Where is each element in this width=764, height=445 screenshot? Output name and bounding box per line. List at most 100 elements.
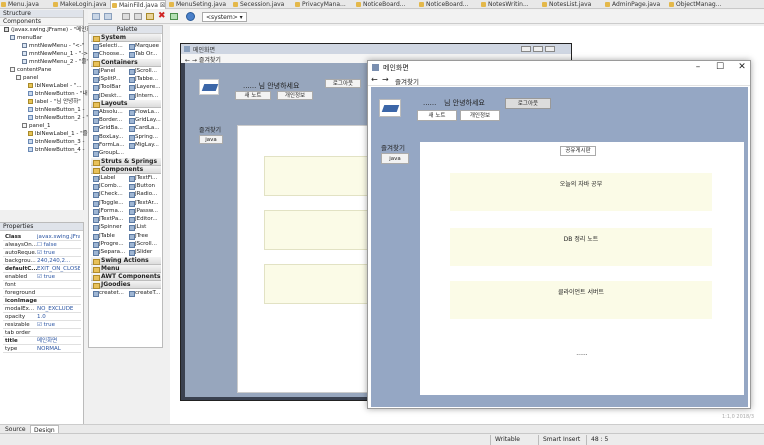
palette-item[interactable]: Choose... [93,50,128,59]
property-value[interactable]: ☑ true [37,249,80,256]
palette-item[interactable]: JToolBar [93,83,128,92]
property-value[interactable]: ☐ false [37,241,80,248]
palette-item[interactable]: JForma... [93,207,128,215]
property-value[interactable]: EXIT_ON_CLOSE [37,265,80,272]
palette-item[interactable]: GridLay... [129,116,164,125]
menu-favorites[interactable]: 즐겨찾기 [395,76,419,86]
property-row[interactable]: enabled ☑ true [3,273,81,281]
palette-item[interactable]: JSplitP... [93,75,128,83]
editor-tab[interactable]: AdminPage.java [604,0,660,9]
palette-item[interactable]: BoxLay... [93,133,128,141]
palette-item[interactable]: JTextPa... [93,215,128,224]
property-row[interactable]: autoReque... ☑ true [3,249,81,257]
palette-item[interactable]: JDeskt... [93,92,128,100]
palette-category-awt[interactable]: AWT Components [91,272,161,281]
editor-tab[interactable]: MainFild.java ☒ [110,0,167,9]
component-tree[interactable]: (javax.swing.JFrame) - "메인화" menuBar mntNe… [0,26,94,206]
delete-icon[interactable]: ✖ [158,12,166,21]
tree-node[interactable]: panel [16,74,38,82]
editor-tab[interactable]: Menu.java [0,0,39,9]
palette-item[interactable]: JEditor... [129,215,164,224]
palette-item[interactable]: JComb... [93,182,128,190]
cut-icon[interactable] [122,13,130,20]
editor-tab[interactable]: NotesList.java [541,0,591,9]
paste-icon[interactable] [146,13,154,20]
palette-item[interactable]: JSepara... [93,248,128,257]
palette-item[interactable]: Spring... [129,133,164,141]
tree-node[interactable]: btnNewButton_2 - " [28,114,89,122]
palette-item[interactable]: JList [129,223,164,232]
editor-tab[interactable]: PrivacyMana... [294,0,346,9]
palette-category-jgoodies[interactable]: JGoodies [91,280,161,289]
tree-node[interactable]: menuBar [10,34,42,42]
tree-node[interactable]: btnNewButton_3 - [28,138,85,146]
editor-tab[interactable]: NoticeBoard... [355,0,406,9]
palette-item[interactable]: JTextAr... [129,199,164,207]
tree-node[interactable]: btnNewButton_4 - [28,146,85,154]
property-row[interactable]: font [3,281,81,289]
palette-item[interactable]: JLabel [93,174,128,182]
property-row[interactable]: Class javax.swing.JFra... [3,233,81,241]
design-profile-button[interactable]: 개인정보 [277,91,313,100]
menu-back[interactable]: ← [371,75,378,84]
tree-node[interactable]: panel_1 [22,122,51,130]
palette-item[interactable]: JScroll... [129,67,164,75]
property-value[interactable]: 1.0 [37,313,80,320]
java-button[interactable]: java [381,153,409,164]
palette-item[interactable]: JCheck... [93,190,128,199]
palette-item[interactable]: JSpinner [93,223,128,232]
redo-icon[interactable] [104,13,112,20]
property-row[interactable]: tab order [3,329,81,337]
post-item-2[interactable]: DB 정리 노트 [450,228,712,266]
design-new-note-button[interactable]: 새 노트 [235,91,271,100]
property-value[interactable]: NORMAL [37,345,80,352]
palette-item[interactable]: createt... [93,289,128,297]
maximize-icon[interactable]: ☐ [712,62,728,74]
palette-category-struts[interactable]: Struts & Springs [91,157,161,166]
close-icon[interactable]: ✕ [734,62,750,74]
property-row[interactable]: type NORMAL [3,345,81,353]
logout-button[interactable]: 로그아웃 [505,98,551,109]
palette-item[interactable]: JLayere... [129,83,164,92]
test-icon[interactable] [170,13,178,20]
palette-category-layouts[interactable]: Layouts [91,99,161,108]
property-value[interactable]: 240,240,2... [37,257,80,264]
property-row[interactable]: modalEx... NO_EXCLUDE [3,305,81,313]
copy-icon[interactable] [134,13,142,20]
palette-category-menu[interactable]: Menu [91,264,161,273]
editor-tab[interactable]: NoticeBoard... [418,0,469,9]
palette-item[interactable]: Selecti... [93,42,128,50]
tree-node[interactable]: btnNewButton - "내 [28,90,88,98]
palette-category-containers[interactable]: Containers [91,58,161,67]
lookandfeel-icon[interactable] [186,12,195,21]
palette-item[interactable]: Marquee [129,42,164,50]
palette-item[interactable]: CardLa... [129,124,164,133]
property-value[interactable]: javax.swing.JFra... [37,233,80,240]
editor-tab[interactable]: MakeLogin.java [52,0,106,9]
property-row[interactable]: alwaysOn... ☐ false [3,241,81,249]
tree-node[interactable]: mntNewMenu - "<-" [22,42,84,50]
editor-tab[interactable]: NotesWritin... [480,0,529,9]
palette-item[interactable]: Tab Or... [129,50,164,59]
property-value[interactable]: NO_EXCLUDE [37,305,80,312]
palette-item[interactable]: Absolu... [93,108,128,116]
property-row[interactable]: title 메인화면 [3,337,81,345]
properties-table[interactable]: Class javax.swing.JFra...alwaysOn...☐ fal… [3,233,81,353]
palette-item[interactable]: JScroll... [129,240,164,248]
palette-item[interactable]: MigLay... [129,141,164,149]
palette-category-swing-actions[interactable]: Swing Actions [91,256,161,265]
tree-node[interactable]: lblNewLabel - "... [28,82,82,90]
property-row[interactable]: foreground [3,289,81,297]
editor-tab[interactable]: Secession.java [232,0,284,9]
palette-item[interactable]: JButton [129,182,164,190]
property-value[interactable]: 메인화면 [37,337,80,344]
palette-item[interactable]: JTable [93,232,128,240]
property-value[interactable]: ☑ true [37,321,80,328]
system-select[interactable]: <system> ▾ [202,12,247,22]
menu-forward[interactable]: → [382,75,389,84]
design-logout-button[interactable]: 로그아웃 [325,79,361,88]
editor-tab[interactable]: MenuSeting.java [168,0,226,9]
palette-item[interactable]: Border... [93,116,128,125]
property-row[interactable]: iconImage [3,297,81,305]
post-item-1[interactable]: 오늘의 자바 공부 [450,173,712,211]
